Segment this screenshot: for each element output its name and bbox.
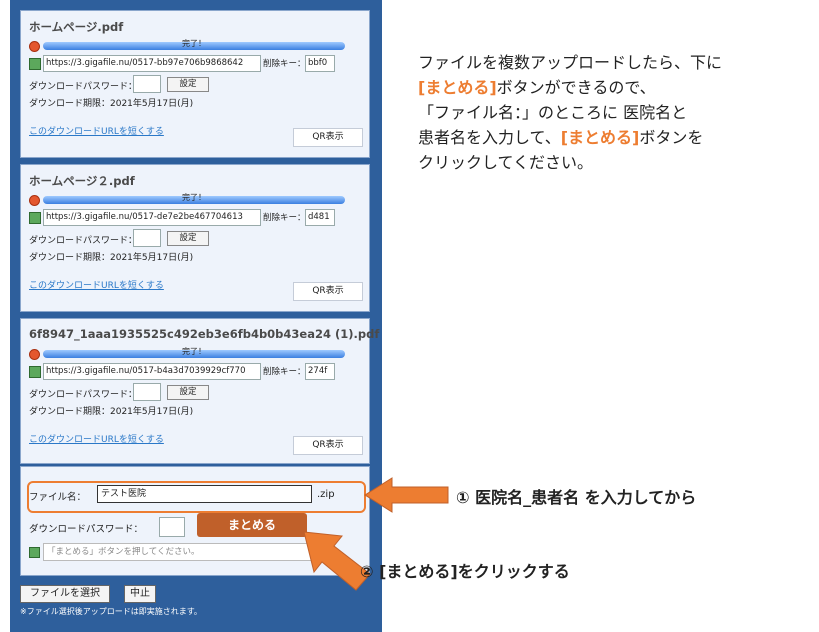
password-field[interactable] xyxy=(133,229,161,247)
progress-status: 完了！ xyxy=(182,347,206,356)
upload-note: ※ファイル選択後アップロードは即実施されます。 xyxy=(20,607,202,616)
step1-callout: ① 医院名_患者名 を入力してから xyxy=(456,488,697,507)
stop-upload-icon[interactable] xyxy=(29,349,40,360)
bundle-password-label: ダウンロードパスワード： xyxy=(29,524,144,535)
link-icon xyxy=(29,212,41,224)
zip-filename-label: ファイル名： xyxy=(29,492,87,503)
qr-display-button[interactable]: QR表示 xyxy=(293,282,363,301)
file-card: 6f8947_1aaa1935525c492eb3e6fb4b0b43ea24 … xyxy=(20,318,379,464)
download-url-field[interactable]: https://3.gigafile.nu/0517-bb97e706b9868… xyxy=(43,55,261,72)
file-name: ホームページ２.pdf xyxy=(29,174,135,188)
download-expiry: ダウンロード期限：2021年5月17日(月) xyxy=(29,407,194,417)
password-field[interactable] xyxy=(133,75,161,93)
delete-key-label: 削除キー： xyxy=(263,213,306,223)
delete-key-field[interactable]: d481 xyxy=(305,209,335,226)
password-label: ダウンロードパスワード： xyxy=(29,390,138,400)
progress-status: 完了！ xyxy=(182,193,206,202)
file-card: ホームページ２.pdf 完了！ https://3.gigafile.nu/05… xyxy=(20,164,370,312)
instruction-fragment: 患者名を入力して、 xyxy=(418,128,561,147)
bundle-section: ファイル名： テスト医院 .zip ダウンロードパスワード： まとめる 「まとめ… xyxy=(20,466,370,576)
instruction-line: 患者名を入力して、[まとめる]ボタンを xyxy=(418,125,722,150)
instruction-line: ファイルを複数アップロードしたら、下に xyxy=(418,53,723,72)
stop-button[interactable]: 中止 xyxy=(124,585,156,603)
qr-display-button[interactable]: QR表示 xyxy=(293,436,363,455)
download-url-field[interactable]: https://3.gigafile.nu/0517-b4a3d7039929c… xyxy=(43,363,261,380)
bundle-message-field: 「まとめる」ボタンを押してください。 xyxy=(43,543,316,561)
link-icon xyxy=(29,366,41,378)
file-name: ホームページ.pdf xyxy=(29,20,124,34)
download-url-field[interactable]: https://3.gigafile.nu/0517-de7e2be467704… xyxy=(43,209,261,226)
link-icon xyxy=(29,58,41,70)
zip-filename-input[interactable]: テスト医院 xyxy=(97,485,312,503)
link-icon xyxy=(29,547,40,558)
stop-upload-icon[interactable] xyxy=(29,41,40,52)
delete-key-field[interactable]: 274f xyxy=(305,363,335,380)
instruction-fragment: ボタンを xyxy=(639,128,704,147)
instruction-line: [まとめる]ボタンができるので、 xyxy=(418,75,722,100)
select-file-button[interactable]: ファイルを選択 xyxy=(20,585,110,603)
instruction-fragment: ボタンができるので、 xyxy=(496,78,656,97)
delete-key-field[interactable]: bbf0 xyxy=(305,55,335,72)
instruction-text: ファイルを複数アップロードしたら、下に [まとめる]ボタンができるので、 「ファ… xyxy=(418,50,722,175)
bundle-password-field[interactable] xyxy=(159,517,185,537)
step2-callout: ② [まとめる]をクリックする xyxy=(360,562,570,581)
matomeru-highlight: [まとめる] xyxy=(418,78,497,97)
shorten-url-link[interactable]: このダウンロードURLを短くする xyxy=(29,432,164,445)
instruction-line: 「ファイル名：」のところに 医院名と xyxy=(418,103,688,122)
download-expiry: ダウンロード期限：2021年5月17日(月) xyxy=(29,253,194,263)
delete-key-label: 削除キー： xyxy=(263,367,306,377)
set-password-button[interactable]: 設定 xyxy=(167,231,209,246)
matomeru-highlight: [まとめる] xyxy=(560,128,640,147)
set-password-button[interactable]: 設定 xyxy=(167,77,209,92)
delete-key-label: 削除キー： xyxy=(263,59,306,69)
instruction-line: クリックしてください。 xyxy=(418,153,594,172)
shorten-url-link[interactable]: このダウンロードURLを短くする xyxy=(29,124,164,137)
file-card: ホームページ.pdf 完了！ https://3.gigafile.nu/051… xyxy=(20,10,370,158)
progress-status: 完了！ xyxy=(182,39,206,48)
matomeru-button[interactable]: まとめる xyxy=(197,513,307,537)
shorten-url-link[interactable]: このダウンロードURLを短くする xyxy=(29,278,164,291)
qr-display-button[interactable]: QR表示 xyxy=(293,128,363,147)
password-field[interactable] xyxy=(133,383,161,401)
password-label: ダウンロードパスワード： xyxy=(29,82,138,92)
file-name: 6f8947_1aaa1935525c492eb3e6fb4b0b43ea24 … xyxy=(29,327,380,341)
stop-upload-icon[interactable] xyxy=(29,195,40,206)
zip-extension: .zip xyxy=(317,489,335,500)
download-expiry: ダウンロード期限：2021年5月17日(月) xyxy=(29,99,194,109)
password-label: ダウンロードパスワード： xyxy=(29,236,138,246)
set-password-button[interactable]: 設定 xyxy=(167,385,209,400)
